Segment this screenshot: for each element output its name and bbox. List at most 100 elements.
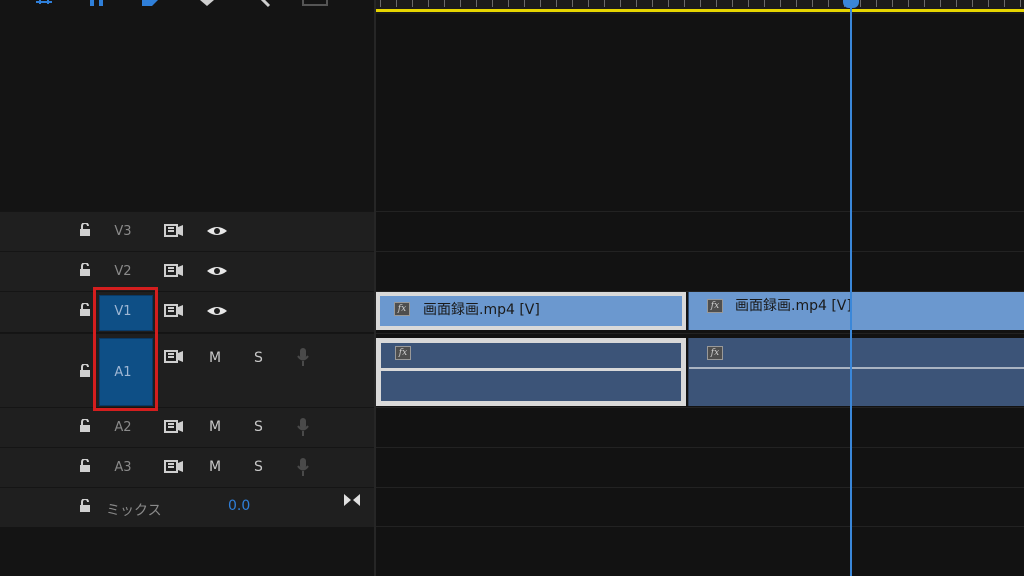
ruler-tick [1020,0,1021,7]
ruler-tick [636,0,637,7]
mix-label: ミックス [106,503,162,519]
sync-lock-icon[interactable] [163,263,185,279]
ruler-tick [540,0,541,7]
lock-icon[interactable] [78,223,92,237]
lock-icon[interactable] [78,364,92,378]
sync-lock-icon[interactable] [163,419,185,435]
captions-icon[interactable] [302,0,328,8]
solo-button[interactable]: S [254,350,263,366]
ruler-tick [380,0,381,7]
eye-icon[interactable] [205,224,229,238]
ruler-tick [828,0,829,7]
mix-collapse-icon[interactable] [343,493,361,507]
ruler-tick [412,0,413,7]
panel-divider[interactable] [374,0,376,576]
track-header-a3: A3 M S [0,447,375,487]
ruler-tick [988,0,989,7]
fx-badge-icon: fx [395,346,411,360]
lock-icon[interactable] [78,303,92,317]
track-lane-a2[interactable] [376,407,1024,447]
mix-value[interactable]: 0.0 [228,498,250,514]
clip-label: 画面録画.mp4 [V] [423,302,540,318]
ruler-tick [748,0,749,7]
ruler-tick [780,0,781,7]
add-marker-icon[interactable] [140,0,162,8]
fx-badge-icon: fx [394,302,410,316]
ruler-tick [892,0,893,7]
microphone-icon[interactable] [296,457,310,477]
lock-icon[interactable] [78,419,92,433]
track-lane-mix[interactable] [376,487,1024,527]
work-area-bar[interactable] [376,9,1024,12]
audio-clip[interactable]: fx [376,338,686,406]
ruler-tick [812,0,813,7]
ruler-tick [908,0,909,7]
ruler-tick [732,0,733,7]
playhead-line[interactable] [850,0,852,576]
ruler-tick [796,0,797,7]
mute-button[interactable]: M [209,350,221,366]
fx-badge-icon: fx [707,346,723,360]
ruler-tick [428,0,429,7]
sync-lock-icon[interactable] [163,223,185,239]
track-lane-v2[interactable] [376,251,1024,291]
ruler-tick [700,0,701,7]
ruler-tick [652,0,653,7]
lock-icon[interactable] [78,263,92,277]
track-label-v2: V2 [114,264,132,279]
track-header-v3: V3 [0,211,375,251]
track-header-v2: V2 [0,251,375,291]
track-label-v3: V3 [114,224,132,239]
video-clip[interactable]: fx 画面録画.mp4 [V] [688,292,1024,330]
eye-icon[interactable] [205,304,229,318]
ruler-tick [972,0,973,7]
channel-divider [689,367,1024,369]
ruler-tick [396,0,397,7]
ruler-tick [940,0,941,7]
ruler-tick [924,0,925,7]
video-clip[interactable]: fx 画面録画.mp4 [V] [376,292,686,330]
track-header-a1: A1 M S [0,333,375,407]
mute-button[interactable]: M [209,419,221,435]
ruler-tick [524,0,525,7]
ruler-tick [956,0,957,7]
ruler-tick [556,0,557,7]
track-lane-v3[interactable] [376,211,1024,251]
solo-button[interactable]: S [254,419,263,435]
mute-button[interactable]: M [209,459,221,475]
channel-divider [381,368,681,371]
audio-clip[interactable]: fx [688,338,1024,406]
track-header-a2: A2 M S [0,407,375,447]
ruler-tick [444,0,445,7]
snap-icon[interactable] [34,0,54,8]
ruler-tick [876,0,877,7]
fx-badge-icon: fx [707,299,723,313]
ruler-tick [588,0,589,7]
annotation-highlight-box [93,287,158,411]
marker-icon[interactable] [198,0,216,8]
ruler-tick [476,0,477,7]
ruler-tick [492,0,493,7]
wrench-icon[interactable] [254,0,272,8]
eye-icon[interactable] [205,264,229,278]
track-lane-a3[interactable] [376,447,1024,487]
sync-lock-icon[interactable] [163,303,185,319]
lock-icon[interactable] [78,459,92,473]
track-header-v1: V1 [0,291,375,332]
ruler-tick [572,0,573,7]
sync-lock-icon[interactable] [163,459,185,475]
track-label-a2: A2 [114,420,132,435]
lock-icon[interactable] [78,499,92,513]
ruler-tick [716,0,717,7]
ruler-tick [460,0,461,7]
microphone-icon[interactable] [296,417,310,437]
clip-label: 画面録画.mp4 [V] [735,298,852,314]
microphone-icon[interactable] [296,347,310,367]
track-header-panel [0,10,375,210]
track-header-mix: ミックス 0.0 [0,487,375,527]
playhead-marker-icon[interactable] [843,0,859,8]
solo-button[interactable]: S [254,459,263,475]
ruler-tick [1004,0,1005,7]
sync-lock-icon[interactable] [163,349,185,365]
linked-selection-icon[interactable] [88,0,106,8]
